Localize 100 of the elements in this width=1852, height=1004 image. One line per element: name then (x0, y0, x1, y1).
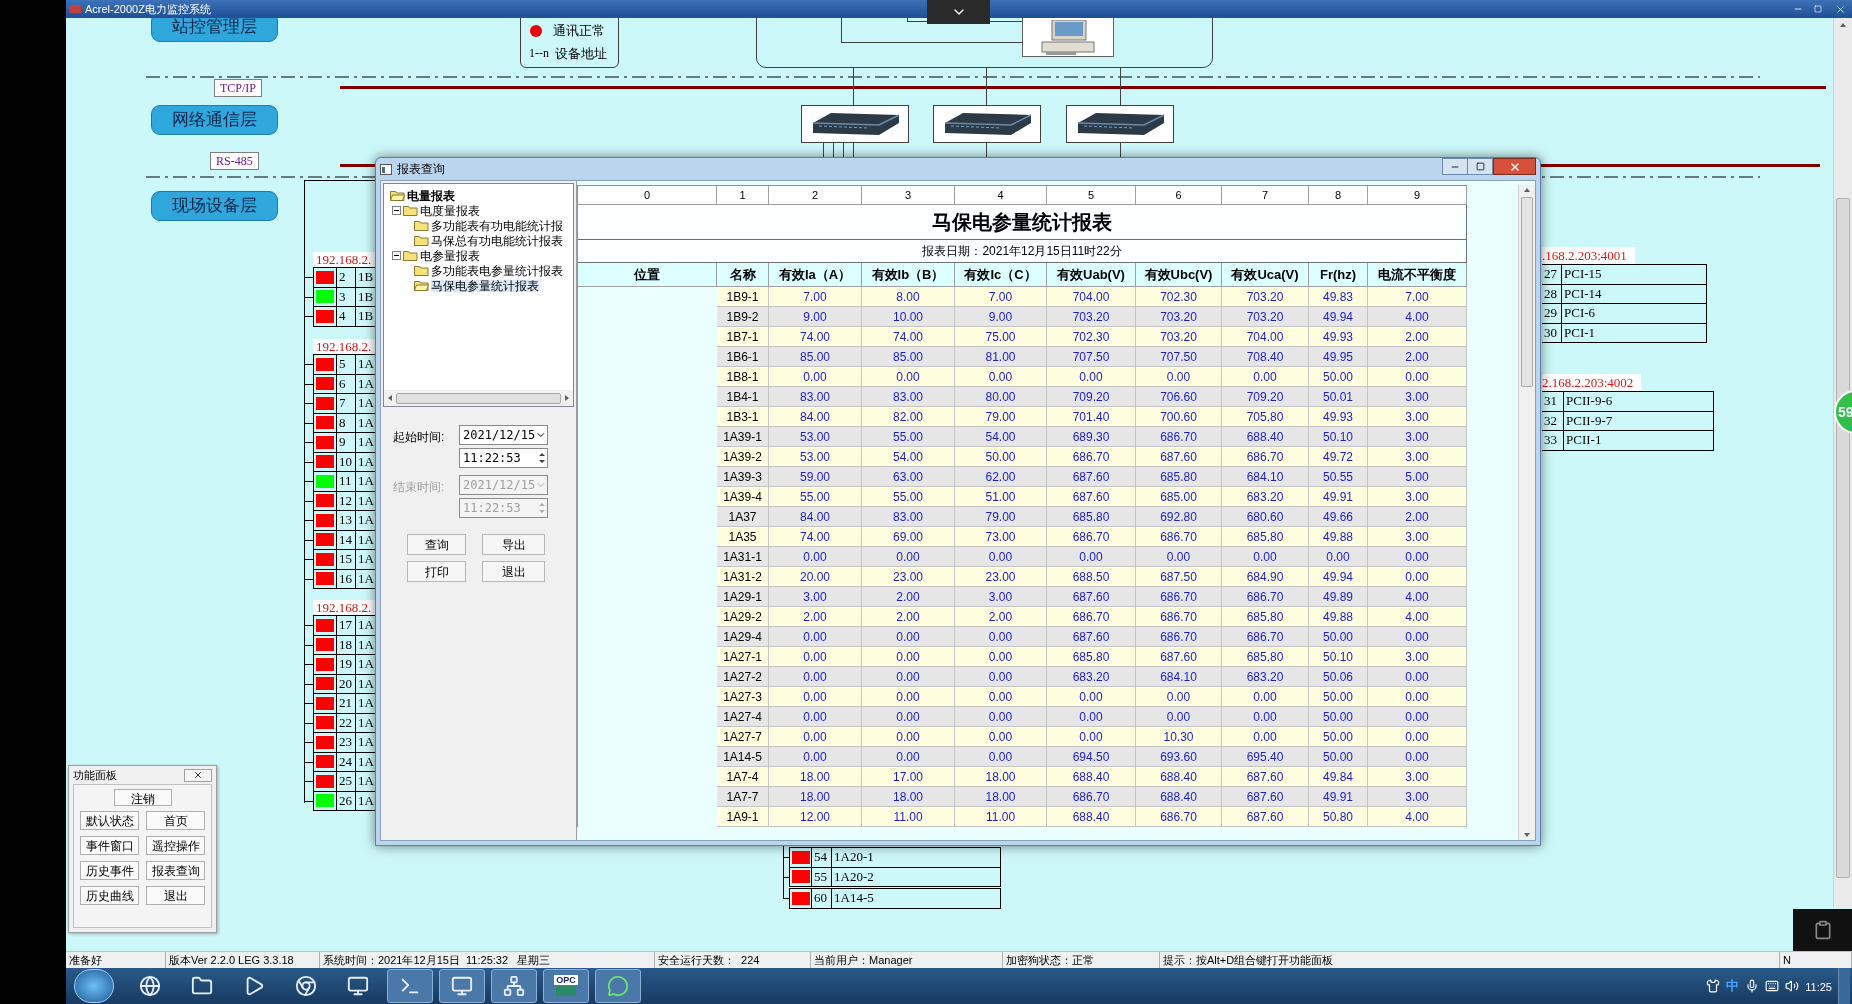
table-cell: 686.70 (1136, 607, 1222, 627)
window-title: Acrel-2000Z电力监控系统 (85, 1, 211, 17)
vertical-scrollbar[interactable] (1833, 18, 1852, 907)
tree-item[interactable]: 多功能表电参量统计报表 (431, 264, 563, 277)
panel-button[interactable]: 遥控操作 (146, 836, 205, 855)
table-cell: 704.00 (1222, 327, 1309, 347)
vertical-scrollbar[interactable] (1518, 185, 1535, 840)
panel-button[interactable]: 历史事件 (80, 861, 139, 880)
panel-button[interactable]: 事件窗口 (80, 836, 139, 855)
device-name: PCI-15 (1562, 264, 1707, 285)
address-label: 192.168.2. (313, 339, 375, 354)
minimize-button[interactable] (1442, 158, 1468, 175)
device-number: 19 (337, 654, 356, 675)
device-name: PCII-9-7 (1564, 410, 1714, 431)
address-label: 192.168.2. (313, 252, 375, 267)
clock[interactable]: 11:25 (1805, 979, 1832, 996)
table-cell: 50.00 (1309, 627, 1368, 647)
table-cell: 50.00 (1309, 707, 1368, 727)
table-cell: 0.00 (1047, 707, 1136, 727)
spinner-icon[interactable] (537, 450, 547, 466)
table-cell: 1A35 (717, 527, 769, 547)
floating-widget[interactable] (1793, 909, 1852, 951)
table-cell: 3.00 (1368, 787, 1467, 807)
column-number: 8 (1309, 186, 1368, 205)
shirt-icon[interactable] (1706, 979, 1721, 993)
table-cell: 8.00 (862, 287, 955, 307)
device-number: 2 (337, 267, 356, 288)
folder-icon (403, 250, 418, 261)
keyboard-icon[interactable] (1765, 979, 1780, 993)
panel-button[interactable]: 退出 (146, 886, 205, 905)
tree-item[interactable]: 电参量报表 (420, 249, 480, 262)
table-cell: 85.00 (769, 347, 862, 367)
maximize-button[interactable] (1468, 158, 1493, 175)
table-cell: 0.00 (862, 707, 955, 727)
scroll-up-icon[interactable] (1839, 22, 1847, 28)
table-cell: 3.00 (1368, 647, 1467, 667)
table-cell: 687.60 (1222, 807, 1309, 827)
table-cell: 49.91 (1309, 487, 1368, 507)
close-button[interactable] (1493, 158, 1536, 175)
table-cell: 688.40 (1136, 787, 1222, 807)
tree-item[interactable]: 多功能表有功电能统计报 (431, 219, 563, 232)
table-cell: 0.00 (862, 747, 955, 767)
table-cell: 55.00 (862, 487, 955, 507)
panel-button[interactable]: 默认状态 (80, 811, 139, 830)
table-cell: 0.00 (955, 687, 1047, 707)
scroll-up-icon[interactable] (1523, 187, 1531, 193)
table-cell: 1A39-3 (717, 467, 769, 487)
speaker-icon[interactable] (1785, 979, 1800, 993)
dialog-button[interactable]: 打印 (407, 561, 466, 582)
table-cell: 0.00 (955, 747, 1047, 767)
table-cell: 1A7-7 (717, 787, 769, 807)
tree-item[interactable]: 电度量报表 (420, 204, 480, 217)
maximize-icon (1475, 162, 1485, 171)
table-cell: 702.30 (1047, 327, 1136, 347)
table-cell: 49.88 (1309, 607, 1368, 627)
tree-item[interactable]: 马保总有功电能统计报表 (431, 234, 563, 247)
device-number: 3 (337, 286, 356, 307)
table-cell: 1B7-1 (717, 327, 769, 347)
scrollbar-thumb[interactable] (1521, 197, 1533, 387)
panel-button[interactable]: 历史曲线 (80, 886, 139, 905)
dialog-button[interactable]: 退出 (482, 561, 545, 582)
table-cell: 1B6-1 (717, 347, 769, 367)
device-number: 20 (337, 673, 356, 694)
device-number: 7 (337, 393, 356, 414)
collapse-icon[interactable] (392, 206, 401, 215)
microphone-icon[interactable] (1745, 979, 1760, 993)
collapse-icon[interactable] (392, 251, 401, 260)
restore-icon (1814, 5, 1822, 13)
taskbar-app[interactable]: OPC (543, 969, 589, 1003)
address-label: 2.168.2.203:4002 (1542, 374, 1642, 391)
network-icon (503, 975, 525, 997)
panel-button[interactable]: 注销 (113, 789, 172, 806)
table-cell: 11.00 (862, 807, 955, 827)
scroll-down-icon[interactable] (1523, 832, 1531, 838)
panel-button[interactable]: 报表查询 (146, 861, 205, 880)
scroll-left-icon[interactable] (386, 394, 394, 402)
time-field[interactable]: 11:22:53 (459, 448, 548, 468)
tree-item[interactable]: 电量报表 (407, 189, 455, 202)
table-cell: 1A27-4 (717, 707, 769, 727)
table-cell: 686.70 (1047, 607, 1136, 627)
panel-button[interactable]: 首页 (146, 811, 205, 830)
globe-icon (139, 975, 161, 997)
table-cell: 1A27-1 (717, 647, 769, 667)
table-cell: 9.00 (955, 307, 1047, 327)
close-button[interactable] (184, 768, 212, 782)
start-button[interactable] (74, 969, 114, 1003)
table-cell: 685.80 (1222, 607, 1309, 627)
scrollbar-thumb[interactable] (1836, 198, 1850, 878)
scroll-right-icon[interactable] (563, 394, 571, 402)
table-cell: 0.00 (862, 627, 955, 647)
horizontal-scrollbar[interactable] (384, 390, 573, 406)
tree-item[interactable]: 马保电参量统计报表 (431, 279, 539, 292)
table-cell: 84.00 (769, 507, 862, 527)
date-field[interactable]: 2021/12/15 (459, 425, 548, 445)
table-cell: 0.00 (1222, 707, 1309, 727)
table-cell: 51.00 (955, 487, 1047, 507)
device-number: 6 (337, 373, 356, 394)
dialog-button[interactable]: 导出 (482, 534, 545, 555)
dialog-button[interactable]: 查询 (407, 534, 466, 555)
table-cell: 12.00 (769, 807, 862, 827)
